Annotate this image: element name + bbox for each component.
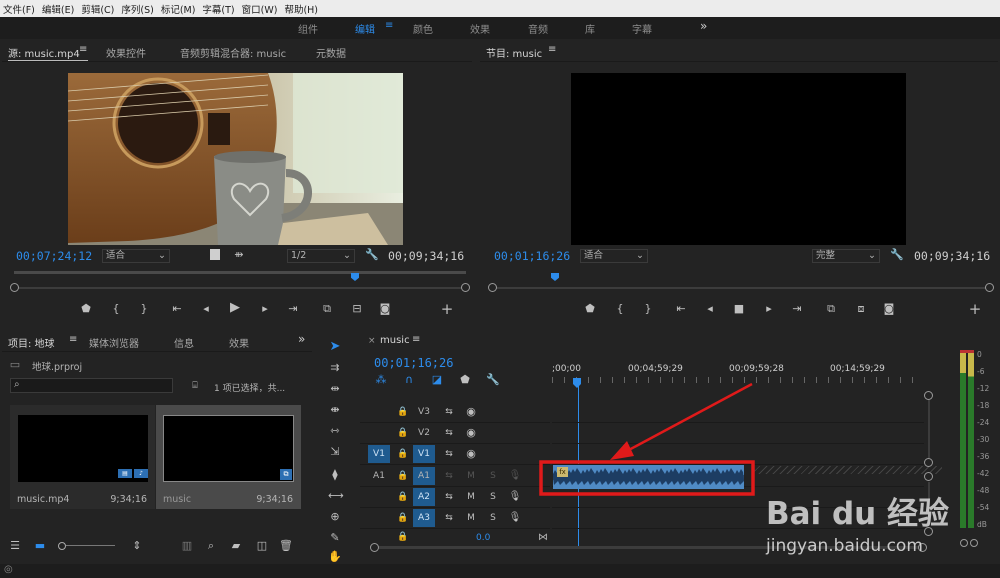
- baidu-watermark: Bai du 经验 jingyan.baidu.com: [760, 478, 995, 562]
- watermark-url: jingyan.baidu.com: [766, 536, 923, 556]
- arrow-head: [610, 441, 634, 460]
- watermark-logo: Bai du 经验: [766, 496, 950, 532]
- arrow-line: [624, 382, 753, 454]
- highlight-box: [539, 460, 755, 496]
